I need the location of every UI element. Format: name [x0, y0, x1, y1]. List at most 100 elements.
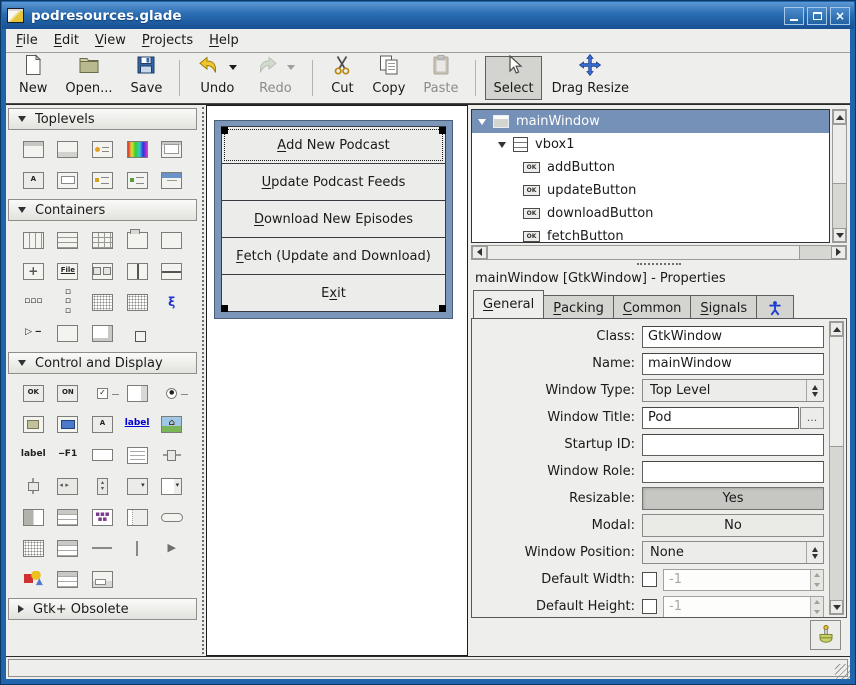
menu-edit[interactable]: Edit	[46, 31, 87, 50]
palette-item-recent-chooser-dialog[interactable]	[92, 169, 113, 191]
palette-item-link-button[interactable]: label	[125, 413, 150, 435]
scroll-up-button[interactable]	[833, 110, 846, 124]
palette-item-vbox[interactable]	[57, 229, 78, 251]
palette-item-layout[interactable]	[92, 291, 113, 313]
palette-item-horizontal-separator[interactable]	[161, 506, 183, 528]
window-role-entry[interactable]	[642, 461, 824, 483]
design-button-update[interactable]: Update Podcast Feeds	[221, 163, 446, 201]
design-canvas[interactable]: Add New PodcastUpdate Podcast FeedsDownl…	[206, 105, 468, 656]
palette-item-text-view[interactable]	[127, 444, 148, 466]
tree-item-fetchButton[interactable]: OKfetchButton	[472, 225, 829, 243]
palette-item-notebook[interactable]	[127, 229, 148, 251]
tab-general[interactable]: General	[473, 290, 544, 318]
scroll-right-button[interactable]	[831, 246, 846, 259]
properties-vertical-scrollbar[interactable]	[829, 321, 844, 615]
tree-item-mainWindow[interactable]: mainWindow	[472, 110, 829, 133]
palette-item-dialog[interactable]	[57, 138, 78, 160]
palette-item-check-button[interactable]: ✓	[97, 382, 108, 404]
palette-item-hscale[interactable]	[161, 444, 182, 466]
drag-resize-button[interactable]: Drag Resize	[544, 56, 637, 100]
palette-item-accel-label[interactable]: ‒F1	[57, 444, 78, 466]
scroll-up-button[interactable]	[830, 322, 843, 336]
palette-item-arrow[interactable]: ▶	[161, 537, 182, 559]
palette-item-font-button[interactable]: A	[92, 413, 113, 435]
palette-item-color-selection-dialog[interactable]	[127, 138, 148, 160]
design-window-mainwindow[interactable]: Add New PodcastUpdate Podcast FeedsDownl…	[215, 121, 452, 318]
menu-help[interactable]: Help	[201, 31, 247, 50]
selection-handle[interactable]	[221, 127, 228, 134]
palette-item-vscrollbar[interactable]: ▴ ▾	[97, 475, 108, 497]
selection-handle[interactable]	[439, 127, 446, 134]
undo-button[interactable]: Undo	[189, 56, 245, 100]
tree-vertical-scrollbar[interactable]	[832, 109, 847, 243]
default-width-spin-enable-checkbox[interactable]	[642, 572, 657, 587]
palette-item-file-chooser-button[interactable]	[23, 413, 44, 435]
palette-item-hscrollbar[interactable]: ◂ ▸	[57, 475, 78, 497]
palette-item-table[interactable]	[92, 229, 113, 251]
palette-item-toolbar[interactable]	[92, 260, 113, 282]
tree-item-addButton[interactable]: OKaddButton	[472, 156, 829, 179]
selection-handle[interactable]	[439, 305, 446, 312]
palette-item-statusbar[interactable]	[92, 568, 113, 590]
menu-file[interactable]: File	[8, 31, 46, 50]
scroll-down-button[interactable]	[833, 228, 846, 242]
palette-item-window[interactable]	[23, 138, 44, 160]
scroll-down-button[interactable]	[830, 600, 843, 614]
scroll-left-button[interactable]	[472, 246, 487, 259]
tab-packing[interactable]: Packing	[543, 295, 614, 318]
palette-item-tree-list[interactable]	[57, 568, 78, 590]
palette-item-tree-view[interactable]	[57, 506, 78, 528]
palette-item-color-button[interactable]	[57, 413, 78, 435]
palette-item-label[interactable]: label	[21, 444, 46, 466]
design-button-exit[interactable]: Exit	[221, 274, 446, 312]
tree-item-downloadButton[interactable]: OKdownloadButton	[472, 202, 829, 225]
save-button[interactable]: Save	[122, 56, 170, 100]
palette-item-button[interactable]: OK	[23, 382, 44, 404]
palette-item-toggle-button[interactable]: ON	[57, 382, 78, 404]
expander-icon[interactable]	[478, 119, 486, 125]
palette-item-drawing-area[interactable]: ▲	[23, 568, 44, 590]
palette-section-gtk-obsolete[interactable]: Gtk+ Obsolete	[8, 598, 197, 620]
palette-item-image[interactable]: ⌂	[161, 413, 182, 435]
menu-view[interactable]: View	[87, 31, 134, 50]
open-button[interactable]: Open...	[57, 56, 120, 100]
palette-item-hbox[interactable]	[23, 229, 44, 251]
selection-handle[interactable]	[221, 305, 228, 312]
class-entry[interactable]: GtkWindow	[642, 326, 824, 348]
startup-id-entry[interactable]	[642, 434, 824, 456]
name-entry[interactable]: mainWindow	[642, 353, 824, 375]
palette-item-font-selection-dialog[interactable]: A	[23, 169, 44, 191]
cut-button[interactable]: Cut	[322, 56, 362, 100]
palette-item-scrolled-window[interactable]	[57, 322, 78, 344]
palette-item-vbutton-box[interactable]: ▫ ▫ ▫	[57, 291, 78, 313]
design-button-download[interactable]: Download New Episodes	[221, 200, 446, 238]
palette-section-containers[interactable]: Containers	[8, 199, 197, 221]
window-position-combo[interactable]: None	[642, 541, 824, 564]
palette-item-vscale[interactable]	[23, 475, 44, 497]
maximize-button[interactable]	[807, 7, 827, 25]
palette-item-expander[interactable]: ▷ ‒	[23, 322, 44, 344]
palette-item-message-dialog[interactable]	[92, 138, 113, 160]
palette-item-icon-view[interactable]	[127, 291, 148, 313]
palette-item-assistant[interactable]	[161, 169, 182, 191]
scrollbar-thumb[interactable]	[832, 124, 847, 184]
palette-item-vpaned[interactable]	[161, 260, 182, 282]
palette-item-hseparator-line[interactable]	[92, 537, 112, 559]
window-title-entry-more-button[interactable]: ...	[800, 407, 824, 429]
tree-horizontal-scrollbar[interactable]	[471, 245, 847, 260]
palette-item-calendar[interactable]	[23, 537, 44, 559]
palette-item-handle-box[interactable]: ξ	[168, 291, 175, 313]
palette-item-file-chooser-dialog[interactable]	[161, 138, 182, 160]
palette-item-about-dialog[interactable]	[127, 169, 148, 191]
palette-item-combo-box[interactable]: ▾	[127, 475, 148, 497]
palette-item-entry[interactable]	[92, 444, 113, 466]
undo-dropdown-arrow-icon[interactable]	[229, 65, 237, 70]
properties-splitter[interactable]	[471, 260, 847, 268]
scrollbar-thumb[interactable]	[829, 336, 844, 447]
tree-item-updateButton[interactable]: OKupdateButton	[472, 179, 829, 202]
palette-section-control-and-display[interactable]: Control and Display	[8, 352, 197, 374]
modal-toggle[interactable]: No	[642, 514, 824, 537]
titlebar[interactable]: podresources.glade ×	[2, 2, 854, 29]
resize-grip[interactable]	[835, 664, 850, 679]
palette-item-vseparator-line[interactable]	[136, 537, 138, 559]
